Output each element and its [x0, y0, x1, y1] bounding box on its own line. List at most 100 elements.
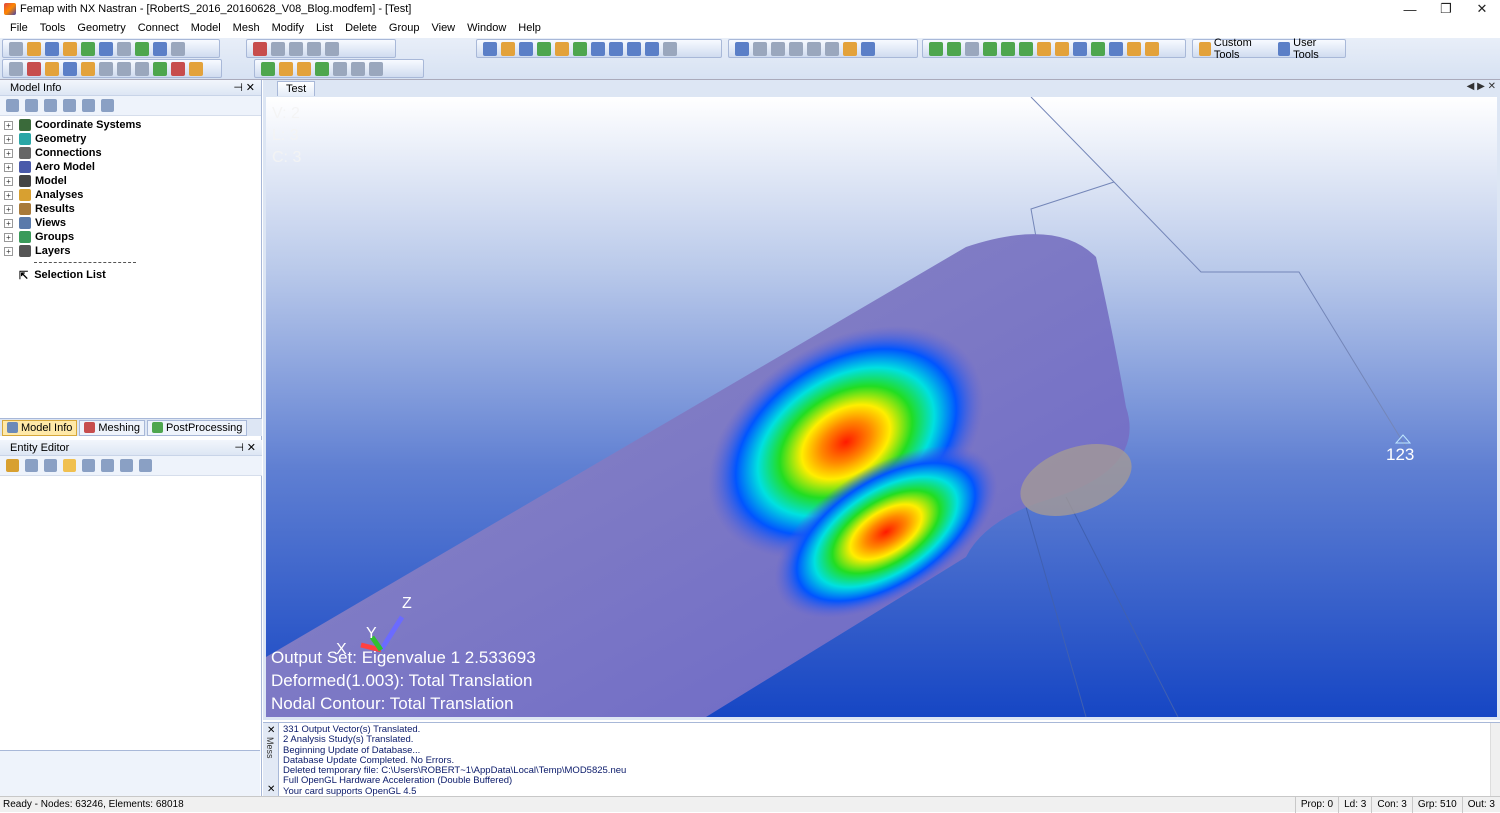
expand-toggle-icon[interactable]: + [4, 148, 13, 158]
constraint-icon[interactable] [645, 41, 659, 56]
messages-close-icon[interactable]: ✕ [267, 725, 275, 736]
expand-toggle-icon[interactable]: + [4, 232, 13, 242]
menu-group[interactable]: Group [383, 18, 426, 38]
restore-button[interactable]: ❐ [1428, 0, 1464, 18]
tool-b-icon[interactable] [947, 41, 961, 56]
select-b-icon[interactable] [279, 61, 293, 76]
mesh-view-icon[interactable] [537, 41, 551, 56]
tree-item-analyses[interactable]: + Analyses [0, 188, 261, 202]
menu-modify[interactable]: Modify [266, 18, 310, 38]
move-icon[interactable] [63, 99, 76, 112]
node-icon[interactable] [573, 41, 587, 56]
view-box-icon[interactable] [325, 41, 339, 56]
select-g-icon[interactable] [369, 61, 383, 76]
tree-item-results[interactable]: + Results [0, 202, 261, 216]
user-tools-button[interactable]: User Tools [1278, 37, 1337, 61]
tree-item-aero-model[interactable]: + Aero Model [0, 160, 261, 174]
tool-j-icon[interactable] [1127, 41, 1141, 56]
tree-item-selection-list[interactable]: ⇱ Selection List [19, 268, 261, 282]
tool-a-icon[interactable] [929, 41, 943, 56]
expand-toggle-icon[interactable]: + [4, 120, 13, 130]
tool-h-icon[interactable] [1091, 41, 1105, 56]
undo-icon[interactable] [120, 459, 133, 472]
numbering-icon[interactable] [965, 41, 979, 56]
tree-item-layers[interactable]: + Layers [0, 244, 261, 258]
select-a-icon[interactable] [261, 61, 275, 76]
expand-toggle-icon[interactable]: + [4, 204, 13, 214]
close-window-button[interactable]: ✕ [1464, 0, 1500, 18]
categorized-icon[interactable] [63, 459, 76, 472]
element-icon[interactable] [555, 41, 569, 56]
pin-icon[interactable]: ⊣ [233, 81, 243, 94]
grid-edit-icon[interactable] [101, 459, 114, 472]
expand-toggle-icon[interactable]: + [4, 218, 13, 228]
filter-icon[interactable] [44, 99, 57, 112]
tool-c-icon[interactable] [983, 41, 997, 56]
menu-list[interactable]: List [310, 18, 339, 38]
menu-help[interactable]: Help [512, 18, 547, 38]
pin-icon[interactable]: ⊣ [234, 441, 244, 454]
pane-c-icon[interactable] [45, 61, 59, 76]
messages-scrollbar[interactable] [1490, 723, 1500, 797]
material-icon[interactable] [609, 41, 623, 56]
tree-item-geometry[interactable]: + Geometry [0, 132, 261, 146]
highlight-icon[interactable] [501, 41, 515, 56]
open-icon[interactable] [27, 41, 41, 56]
cube-icon[interactable] [825, 41, 839, 56]
pane-a-icon[interactable] [9, 61, 23, 76]
chart-icon[interactable] [861, 41, 875, 56]
link-tree-icon[interactable] [82, 99, 95, 112]
link-icon[interactable] [63, 41, 77, 56]
pane-k-icon[interactable] [189, 61, 203, 76]
pane-e-icon[interactable] [81, 61, 95, 76]
tree-item-groups[interactable]: + Groups [0, 230, 261, 244]
display-icon[interactable] [483, 41, 497, 56]
tree-item-model[interactable]: + Model [0, 174, 261, 188]
close-icon[interactable]: ✕ [247, 441, 256, 454]
tree-item-coordinate-systems[interactable]: + Coordinate Systems [0, 118, 261, 132]
import-icon[interactable] [81, 41, 95, 56]
graphics-window[interactable]: V: 2 L: 3 C: 3 123 Z Y X Output Set: Eig… [266, 97, 1497, 717]
expand-toggle-icon[interactable]: + [4, 176, 13, 186]
pen-icon[interactable] [101, 99, 114, 112]
text-icon[interactable] [1037, 41, 1051, 56]
pane-d-icon[interactable] [63, 61, 77, 76]
pane-j-icon[interactable] [171, 61, 185, 76]
refresh-icon[interactable] [44, 459, 57, 472]
pan-icon[interactable] [271, 41, 285, 56]
expand-icon[interactable] [6, 99, 19, 112]
contour-icon[interactable] [843, 41, 857, 56]
tab-navigation[interactable]: ◀ ▶ ✕ [1467, 81, 1496, 92]
pane-h-icon[interactable] [135, 61, 149, 76]
new-icon[interactable] [9, 41, 23, 56]
zoom-icon[interactable] [307, 41, 321, 56]
menu-window[interactable]: Window [461, 18, 512, 38]
select-d-icon[interactable] [315, 61, 329, 76]
tab-test[interactable]: Test [277, 81, 316, 96]
tab-meshing[interactable]: Meshing [79, 419, 145, 436]
select-c-icon[interactable] [297, 61, 311, 76]
tab-postprocessing[interactable]: PostProcessing [146, 419, 248, 436]
tree-item-connections[interactable]: + Connections [0, 146, 261, 160]
menu-file[interactable]: File [4, 18, 34, 38]
print-icon[interactable] [171, 41, 185, 56]
tree-item-views[interactable]: + Views [0, 216, 261, 230]
pane-b-icon[interactable] [27, 61, 41, 76]
search-icon[interactable] [771, 41, 785, 56]
menu-view[interactable]: View [425, 18, 461, 38]
tool-i-icon[interactable] [1109, 41, 1123, 56]
select-f-icon[interactable] [351, 61, 365, 76]
property-icon[interactable] [591, 41, 605, 56]
menu-tools[interactable]: Tools [34, 18, 72, 38]
picture-icon[interactable] [135, 41, 149, 56]
messages-icon[interactable] [117, 41, 131, 56]
lock-icon[interactable] [6, 459, 19, 472]
tree-icon[interactable] [807, 41, 821, 56]
expand-toggle-icon[interactable]: + [4, 190, 13, 200]
redo-icon[interactable] [139, 459, 152, 472]
tool-g-icon[interactable] [1073, 41, 1087, 56]
minimize-button[interactable]: — [1392, 0, 1428, 18]
expand-toggle-icon[interactable]: + [4, 246, 13, 256]
export-icon[interactable] [99, 41, 113, 56]
pane-g-icon[interactable] [117, 61, 131, 76]
